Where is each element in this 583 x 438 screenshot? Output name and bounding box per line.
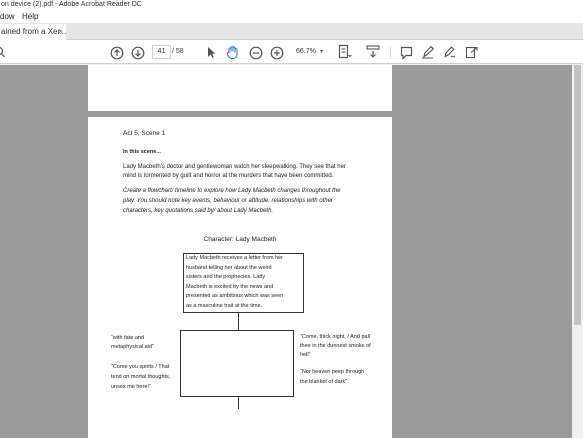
left-quote-2-line-2: tend on mortal thoughts,: [111, 374, 171, 380]
right-quote-1-line-2: thee in the dunnest smoke of: [300, 343, 371, 349]
scroll-mode-icon[interactable]: [366, 44, 380, 60]
box1-line-5: presented as ambitious which was seen: [186, 293, 284, 299]
highlight-pen-icon[interactable]: [421, 44, 434, 60]
select-arrow-icon[interactable]: [206, 45, 216, 61]
in-this-scene-label: In this scene...: [123, 149, 161, 155]
page-number-input[interactable]: 41: [152, 45, 171, 59]
box1-line-3: sisters and the prophecies. Lady: [186, 274, 266, 280]
fill-sign-icon[interactable]: [443, 44, 457, 60]
menu-item-help[interactable]: Help: [22, 10, 38, 23]
close-tab-icon[interactable]: ×: [58, 24, 63, 40]
left-quote-2-line-1: “Come you spirits / That: [111, 364, 170, 370]
scene-summary-line-1: Lady Macbeth’s doctor and gentlewoman wa…: [123, 164, 346, 170]
comment-icon[interactable]: [400, 45, 413, 61]
left-quote-1-line-1: “with fate and: [111, 335, 145, 341]
left-quote-1-line-2: metaphysical aid”: [111, 344, 154, 350]
zoom-out-icon[interactable]: [249, 45, 263, 61]
page-total: / 58: [172, 48, 184, 55]
tab-label: ained from a Xer...: [1, 27, 67, 36]
right-quote-2-line-2: the blanket of dark”: [300, 379, 348, 385]
scene-summary-line-2: mind is tormented by guilt and horror at…: [123, 173, 334, 179]
scrollbar-thumb[interactable]: [574, 65, 581, 325]
character-title: Character: Lady Macbeth: [203, 236, 277, 243]
window-title: on device (2).pdf - Adobe Acrobat Reader…: [1, 1, 142, 8]
zoom-dropdown-icon[interactable]: ▾: [320, 45, 323, 59]
zoom-level[interactable]: 66.7%: [296, 45, 316, 59]
vertical-scrollbar[interactable]: [572, 65, 583, 438]
prev-page-icon[interactable]: [110, 45, 124, 61]
box1-line-4: Macbeth is excited by the news and: [186, 283, 274, 290]
menu-item-window[interactable]: dow: [0, 10, 15, 23]
hand-tool-icon[interactable]: [226, 44, 239, 60]
menu-bar: dow Help: [0, 10, 583, 23]
box1-line-2: husband telling her about the weird: [186, 264, 272, 271]
box1-line-1: Lady Macbeth receives a letter from her: [186, 255, 283, 261]
window-title-bar: on device (2).pdf - Adobe Acrobat Reader…: [0, 0, 583, 10]
tab-bar: ained from a Xer... ×: [0, 23, 583, 40]
toolbar-separator: [390, 46, 391, 58]
left-quote-2-line-3: unsex me here!”: [111, 384, 151, 390]
right-quote-2-line-1: “Nor heaven peep through: [300, 369, 365, 375]
next-page-icon[interactable]: [131, 45, 145, 61]
search-icon[interactable]: [0, 45, 6, 61]
zoom-in-icon[interactable]: [270, 45, 284, 61]
current-page: Act 5, Scene 1 In this scene... Lady Mac…: [88, 117, 392, 438]
scene-heading: Act 5, Scene 1: [123, 130, 166, 137]
toolbar: 41 / 58 66.7% ▾: [0, 40, 583, 64]
box1-line-6: as a masculine trait at the time.: [186, 302, 263, 309]
flowchart-connector: [238, 397, 239, 409]
share-icon[interactable]: [465, 44, 479, 60]
document-tab[interactable]: ained from a Xer... ×: [0, 24, 66, 40]
flowchart-box-empty: [180, 330, 294, 397]
fit-page-icon[interactable]: [338, 44, 352, 60]
task-line-2: play. You should note key events, behavi…: [123, 198, 333, 204]
previous-page: [88, 65, 392, 111]
right-quote-1-line-1: “Come, thick night, / And pall: [300, 334, 371, 340]
flowchart-connector: [238, 313, 239, 330]
task-line-3: characters, key quotations said by/ abou…: [123, 208, 274, 214]
task-line-1: Create a flowchart/ timeline to explore …: [123, 188, 341, 194]
right-quote-1-line-3: hell”: [300, 352, 311, 358]
